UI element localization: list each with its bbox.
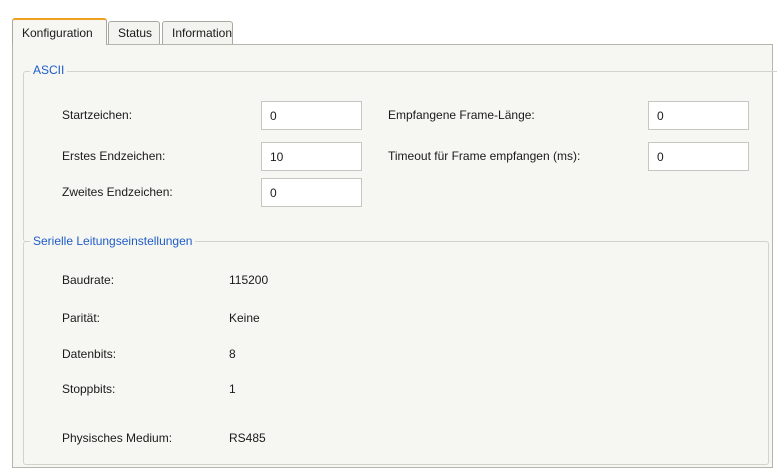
physisches-medium-label: Physisches Medium: <box>62 431 173 445</box>
ascii-group-title: ASCII <box>30 63 68 77</box>
zweites-endzeichen-label: Zweites Endzeichen: <box>62 185 173 199</box>
configuration-panel: ASCII Startzeichen: Erstes Endzeichen: Z… <box>12 44 777 468</box>
datenbits-label: Datenbits: <box>62 347 117 361</box>
empfangene-frame-laenge-label: Empfangene Frame-Länge: <box>388 108 535 122</box>
startzeichen-label: Startzeichen: <box>62 108 133 122</box>
zweites-endzeichen-input[interactable] <box>261 178 362 207</box>
tab-bar: Konfiguration Status Information <box>12 18 772 45</box>
stoppbits-value: 1 <box>229 382 236 396</box>
datenbits-value: 8 <box>229 347 236 361</box>
paritaet-value: Keine <box>229 311 260 325</box>
timeout-frame-input[interactable] <box>648 142 749 171</box>
serial-group-title: Serielle Leitungseinstellungen <box>30 234 196 248</box>
empfangene-frame-laenge-input[interactable] <box>648 101 749 130</box>
tab-konfiguration[interactable]: Konfiguration <box>12 18 107 45</box>
erstes-endzeichen-input[interactable] <box>261 142 362 171</box>
erstes-endzeichen-label: Erstes Endzeichen: <box>62 149 166 163</box>
physisches-medium-value: RS485 <box>229 431 266 445</box>
baudrate-value: 115200 <box>229 273 269 287</box>
tab-status[interactable]: Status <box>108 21 160 44</box>
baudrate-label: Baudrate: <box>62 273 115 287</box>
startzeichen-input[interactable] <box>261 101 362 130</box>
stoppbits-label: Stoppbits: <box>62 382 116 396</box>
paritaet-label: Parität: <box>62 311 101 325</box>
tab-information[interactable]: Information <box>162 21 233 44</box>
timeout-frame-label: Timeout für Frame empfangen (ms): <box>388 149 581 163</box>
